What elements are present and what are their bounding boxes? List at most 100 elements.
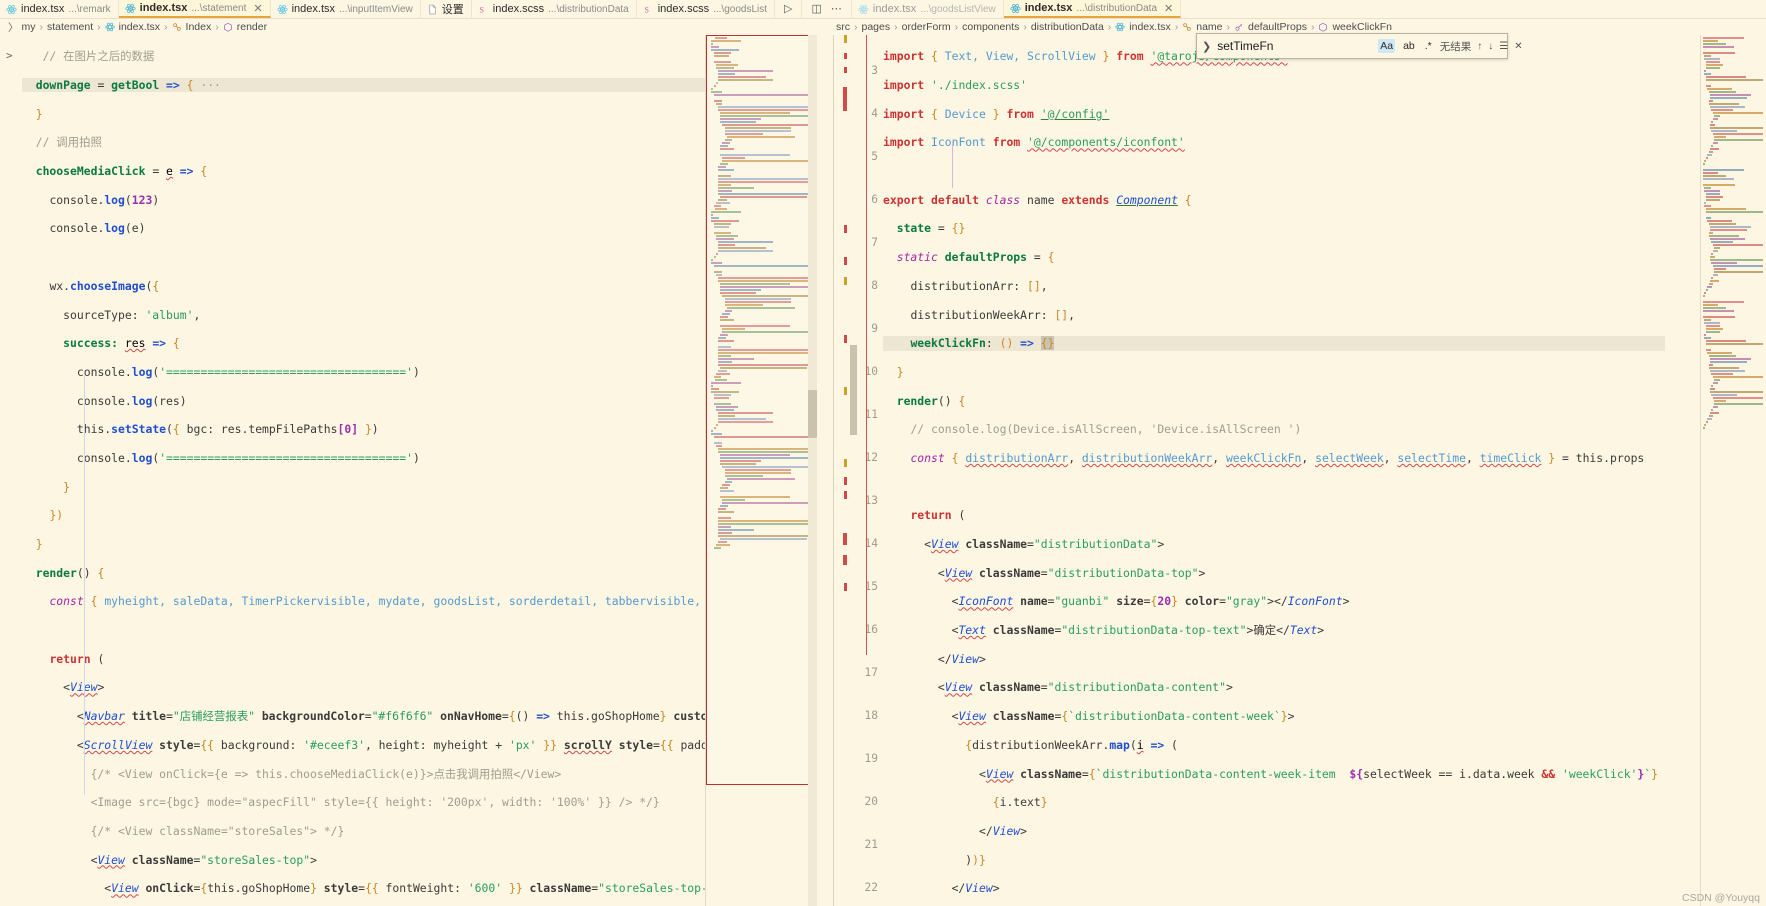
arrow-up-icon[interactable]: ↑ (1477, 41, 1482, 52)
regex-toggle[interactable]: .* (1423, 39, 1434, 53)
filter-icon[interactable]: ☰ (1499, 41, 1508, 52)
breadcrumb-item[interactable]: index.tsx (1129, 21, 1170, 33)
modified-lines-ruler (866, 35, 867, 655)
react-file-icon (276, 4, 288, 15)
line-number: 12 (864, 450, 878, 464)
editor-right-scroll-track[interactable] (850, 345, 857, 435)
breadcrumb-item[interactable]: name (1196, 21, 1222, 33)
change-marker (844, 387, 847, 395)
breadcrumb-item[interactable]: orderForm (902, 21, 951, 33)
fold-chevron-icon[interactable]: > (6, 49, 13, 63)
code-line: {/* <View onClick={e => this.chooseMedia… (90, 766, 562, 781)
breadcrumb-separator: › (1174, 21, 1179, 33)
minimap-right[interactable] (1700, 35, 1766, 906)
editor-actions: ▷ (775, 0, 803, 18)
tab-index-distributiondata[interactable]: index.tsx ...\distributionData ✕ (1003, 0, 1182, 18)
editor-code-right[interactable]: import { Text, View, ScrollView } from '… (883, 35, 1665, 906)
chevron-right-icon[interactable]: 〉 (8, 20, 19, 35)
code-line: import IconFont from '@/components/iconf… (883, 135, 1185, 150)
line-number: 8 (871, 278, 878, 292)
breadcrumb-item[interactable]: src (836, 21, 850, 33)
change-marker (844, 225, 847, 233)
breadcrumb-item[interactable]: defaultProps (1248, 21, 1307, 33)
split-editor-icon[interactable]: ◫ (811, 3, 821, 15)
code-line: // 在图片之后的数据 (22, 49, 155, 64)
breadcrumb-left: 〉 my › statement › index.tsx › Index › r… (0, 20, 267, 35)
run-icon[interactable]: ▷ (784, 3, 792, 15)
code-line: <View className="distributionData-top"> (937, 565, 1206, 580)
change-marker (844, 257, 847, 265)
breadcrumb-item[interactable]: index.tsx (119, 21, 160, 33)
whole-word-toggle[interactable]: ab (1401, 39, 1417, 53)
editor-gutter-right-markers[interactable] (842, 35, 854, 906)
breadcrumb-separator: › (164, 21, 168, 33)
breadcrumb-separator: › (1310, 21, 1315, 33)
arrow-down-icon[interactable]: ↓ (1488, 41, 1493, 52)
editor-gutter-left[interactable]: > (0, 35, 24, 906)
code-line: {/* <View className="storeSales"> */} (90, 823, 345, 838)
code-line: static defaultProps = { (896, 250, 1055, 265)
code-editor-right[interactable]: 3 4 5 6 7 8 9 10 11 12 13 14 15 16 17 18… (833, 35, 1766, 906)
code-line: <View className={`distributionData-conte… (979, 766, 1658, 781)
code-line: render() { (896, 393, 966, 408)
code-line: sourceType: 'album', (63, 307, 201, 322)
more-actions-icon[interactable]: ⋯ (831, 3, 842, 15)
breadcrumb-item[interactable]: distributionData (1031, 21, 1104, 33)
code-line: } (35, 106, 43, 121)
code-line: ))} (965, 852, 986, 867)
code-line: {distributionWeekArr.map(i => ( (965, 737, 1178, 752)
minimap-left[interactable] (705, 35, 817, 906)
code-line: distributionArr: [], (910, 278, 1048, 293)
editor-code-left[interactable]: // 在图片之后的数据 downPage = getBool => { ··· … (22, 35, 705, 906)
tab-label: 设置 (441, 4, 464, 16)
breadcrumb-item[interactable]: Index (186, 21, 212, 33)
find-widget[interactable]: ❯ Aa ab .* 无结果 ↑ ↓ ☰ ✕ (1196, 33, 1523, 59)
tab-path: ...\distributionData (1076, 2, 1158, 14)
match-case-toggle[interactable]: Aa (1378, 39, 1396, 53)
code-line: console.log('===========================… (76, 364, 420, 379)
tab-index-statement[interactable]: index.tsx ...\statement ✕ (118, 0, 271, 18)
search-input[interactable] (1217, 39, 1373, 53)
code-line: wx.chooseImage({ (49, 278, 160, 293)
code-line: import './index.scss' (883, 78, 1028, 93)
close-icon[interactable]: ✕ (1164, 2, 1173, 15)
tab-index-inputitemview[interactable]: index.tsx ...\inputItemView (270, 0, 421, 18)
close-icon[interactable]: ✕ (1514, 41, 1522, 52)
tab-settings[interactable]: 设置 (420, 0, 472, 18)
tab-label: index.scss (492, 3, 545, 15)
breadcrumb-item[interactable]: components (962, 21, 1019, 33)
react-file-icon (104, 22, 116, 33)
tab-index-goodslistview[interactable]: index.tsx ...\goodsListView (851, 0, 1004, 18)
line-number: 15 (864, 580, 878, 594)
chevron-right-icon[interactable]: ❯ (1202, 40, 1211, 53)
code-editor-left[interactable]: > // 在图片之后的数据 downPage = getBool => { ··… (0, 35, 705, 906)
code-line: <View onClick={this.goShopHome} style={{… (104, 881, 705, 896)
tab-path: ...\remark (68, 3, 111, 15)
code-line-current: weekClickFn: () => {} (910, 336, 1055, 351)
line-number: 16 (864, 623, 878, 637)
breadcrumb-item[interactable]: statement (47, 21, 93, 33)
minimap-scroll-thumb[interactable] (808, 390, 817, 438)
tab-label: index.tsx (1024, 2, 1073, 14)
code-line: return ( (910, 508, 966, 523)
minimap-scroll-track[interactable] (808, 35, 817, 906)
breadcrumb-item[interactable]: pages (862, 21, 891, 33)
code-line: } (896, 364, 904, 379)
method-symbol-icon (223, 22, 234, 33)
change-marker (844, 53, 847, 59)
close-icon[interactable]: ✕ (253, 2, 262, 15)
tab-label: index.scss (657, 3, 710, 15)
breadcrumb-item[interactable]: weekClickFn (1332, 21, 1392, 33)
code-line: console.log(123) (49, 192, 160, 207)
code-line: <Image src={bgc} mode="aspecFill" style=… (90, 795, 660, 810)
code-line: this.setState({ bgc: res.tempFilePaths[0… (76, 422, 379, 437)
breadcrumb-item[interactable]: render (237, 21, 267, 33)
line-number: 22 (864, 881, 878, 895)
breadcrumb-item[interactable]: my (22, 21, 36, 33)
tab-scss-goodslist[interactable]: S index.scss ...\goodsList (636, 0, 776, 18)
tab-scss-distributiondata[interactable]: S index.scss ...\distributionData (471, 0, 637, 18)
tab-index-remark[interactable]: index.tsx ...\remark (0, 0, 119, 18)
